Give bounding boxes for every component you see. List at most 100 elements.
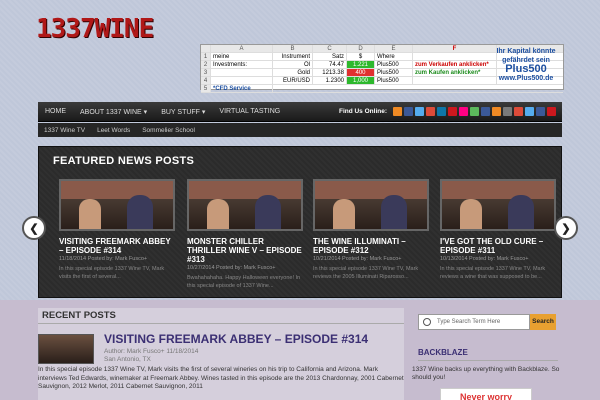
ad-cell-action[interactable]: zum Verkaufen anklicken* [413, 61, 497, 68]
ad-cell-instrument: Öl [273, 61, 313, 68]
social-icon[interactable] [536, 107, 545, 116]
ad-cell-where: Plus500 [375, 69, 413, 76]
ad-cell-label [211, 69, 273, 76]
ad-header-cell: E [375, 45, 413, 52]
ad-header-cell: F [413, 45, 497, 52]
ad-cell-where: Plus500 [375, 77, 413, 84]
featured-thumbnail[interactable] [313, 179, 429, 231]
backblaze-text: 1337 Wine backs up everything with Backb… [412, 366, 560, 381]
social-icon[interactable] [547, 107, 556, 116]
plus500-logo: Plus500 [505, 63, 547, 75]
ad-brand-block[interactable]: Ihr Kapital könnte gefährdet sein Plus500 w… [491, 47, 561, 83]
featured-meta: 11/18/2014 Posted by: Mark Fusco+ [59, 256, 148, 262]
ad-header-cell: D [347, 45, 375, 52]
featured-excerpt: In this special episode 1337 Wine TV, Ma… [59, 266, 165, 280]
ad-header-cell: A [211, 45, 273, 52]
ad-cell-action[interactable] [413, 77, 497, 84]
social-icon[interactable] [525, 107, 534, 116]
social-icon[interactable] [404, 107, 413, 116]
featured-excerpt: Bwahahahaha. Happy Halloween everyone! I… [187, 275, 301, 289]
ad-row: 5 *CFD Service [201, 85, 563, 93]
ad-corner-cell [201, 45, 211, 52]
social-icon[interactable] [437, 107, 446, 116]
featured-thumbnail[interactable] [440, 179, 556, 231]
thumb-wall [315, 181, 427, 199]
thumb-person [79, 199, 101, 229]
featured-heading: FEATURED NEWS POSTS [53, 155, 195, 167]
social-icon[interactable] [426, 107, 435, 116]
nav-item[interactable]: HOME [38, 108, 73, 115]
subnav-item[interactable]: 1337 Wine TV [38, 127, 91, 134]
ad-cell-rate: 1213.38 [313, 69, 347, 76]
post-meta: Author: Mark Fusco+ 11/18/2014 San Anton… [104, 348, 198, 364]
social-icon[interactable] [514, 107, 523, 116]
ad-cfd-label: *CFD Service [211, 85, 273, 92]
ad-cell-instrument: Gold [273, 69, 313, 76]
ad-cell-action[interactable]: zum Kaufen anklicken* [413, 69, 497, 76]
social-icon[interactable] [415, 107, 424, 116]
thumb-person [333, 199, 355, 229]
featured-card[interactable]: I'VE GOT THE OLD CURE – EPISODE #311 10/1… [440, 179, 556, 281]
featured-news-panel: FEATURED NEWS POSTS VISITING FREEMARK AB… [38, 146, 562, 298]
sidebar: Type Search Term Here Search BACKBLAZE 1… [412, 308, 562, 400]
plus500-ad-banner[interactable]: A B C D E F 1 meine Instrument Satz $ Where 2 Investm… [200, 44, 564, 93]
social-icon[interactable] [492, 107, 501, 116]
backblaze-heading: BACKBLAZE [418, 348, 468, 357]
thumb-person [460, 199, 482, 229]
nav-item[interactable]: ABOUT 1337 WINE ▾ [73, 108, 154, 116]
social-icon[interactable] [503, 107, 512, 116]
featured-card[interactable]: MONSTER CHILLER THRILLER WINE V – EPISOD… [187, 179, 303, 290]
social-icon[interactable] [393, 107, 402, 116]
subnav-item[interactable]: Sommelier School [136, 127, 201, 134]
ad-cell-num: 1 [201, 53, 211, 60]
post-title-link[interactable]: VISITING FREEMARK ABBEY – EPISODE #314 [104, 332, 368, 346]
thumb-person [207, 199, 229, 229]
backblaze-ad[interactable]: Never worry [440, 388, 532, 400]
next-arrow-icon[interactable]: ❯ [554, 216, 578, 240]
ad-header-cell: B [273, 45, 313, 52]
featured-title-link[interactable]: MONSTER CHILLER THRILLER WINE V – EPISOD… [187, 237, 303, 264]
ad-cell-delta: 1,000 [347, 77, 375, 84]
site-logo[interactable]: 1337WINE [36, 14, 154, 44]
featured-title-link[interactable]: I'VE GOT THE OLD CURE – EPISODE #311 [440, 237, 556, 255]
recent-posts-heading: RECENT POSTS [38, 308, 404, 324]
thumb-person [127, 195, 153, 229]
social-icon[interactable] [448, 107, 457, 116]
ad-cell-label: Investments: [211, 61, 273, 68]
search-button[interactable]: Search [530, 314, 556, 330]
search-icon [423, 318, 431, 326]
featured-thumbnail[interactable] [187, 179, 303, 231]
featured-meta: 10/21/2014 Posted by: Mark Fusco+ [313, 256, 402, 262]
ad-cell-num: 5 [201, 85, 211, 92]
ad-cell-instrument: EUR/USD [273, 77, 313, 84]
ad-cell-rate: Satz [313, 53, 347, 60]
ad-cell-action[interactable] [413, 53, 497, 60]
featured-card[interactable]: VISITING FREEMARK ABBEY – EPISODE #314 11… [59, 179, 175, 281]
featured-thumbnail[interactable] [59, 179, 175, 231]
ad-cell-rate: 74.47 [313, 61, 347, 68]
featured-excerpt: In this special episode 1337 Wine TV, Ma… [313, 266, 419, 280]
ad-cell-num: 2 [201, 61, 211, 68]
social-icon[interactable] [470, 107, 479, 116]
ad-cell-label [211, 77, 273, 84]
post-thumbnail[interactable] [38, 334, 94, 364]
sub-nav: 1337 Wine TV Leet Words Sommelier School [38, 123, 562, 137]
ad-cell-num: 4 [201, 77, 211, 84]
find-us-label: Find Us Online: [338, 108, 387, 115]
ad-cell-rate: 1.2300 [313, 77, 347, 84]
nav-item[interactable]: VIRTUAL TASTING [212, 108, 287, 115]
prev-arrow-icon[interactable]: ❮ [22, 216, 46, 240]
featured-card[interactable]: THE WINE ILLUMINATI – EPISODE #312 10/21/… [313, 179, 429, 281]
social-icon[interactable] [459, 107, 468, 116]
search-input[interactable]: Type Search Term Here [418, 314, 530, 330]
social-icon[interactable] [481, 107, 490, 116]
featured-meta: 10/27/2014 Posted by: Mark Fusco+ [187, 265, 276, 271]
featured-title-link[interactable]: THE WINE ILLUMINATI – EPISODE #312 [313, 237, 429, 255]
ad-cell-num: 3 [201, 69, 211, 76]
featured-excerpt: In this special episode 1337 Wine TV, Ma… [440, 266, 546, 280]
subnav-item[interactable]: Leet Words [91, 127, 136, 134]
divider [418, 360, 558, 361]
ad-cell-where: Where [375, 53, 413, 60]
featured-title-link[interactable]: VISITING FREEMARK ABBEY – EPISODE #314 [59, 237, 175, 255]
nav-item[interactable]: BUY STUFF ▾ [154, 108, 212, 116]
